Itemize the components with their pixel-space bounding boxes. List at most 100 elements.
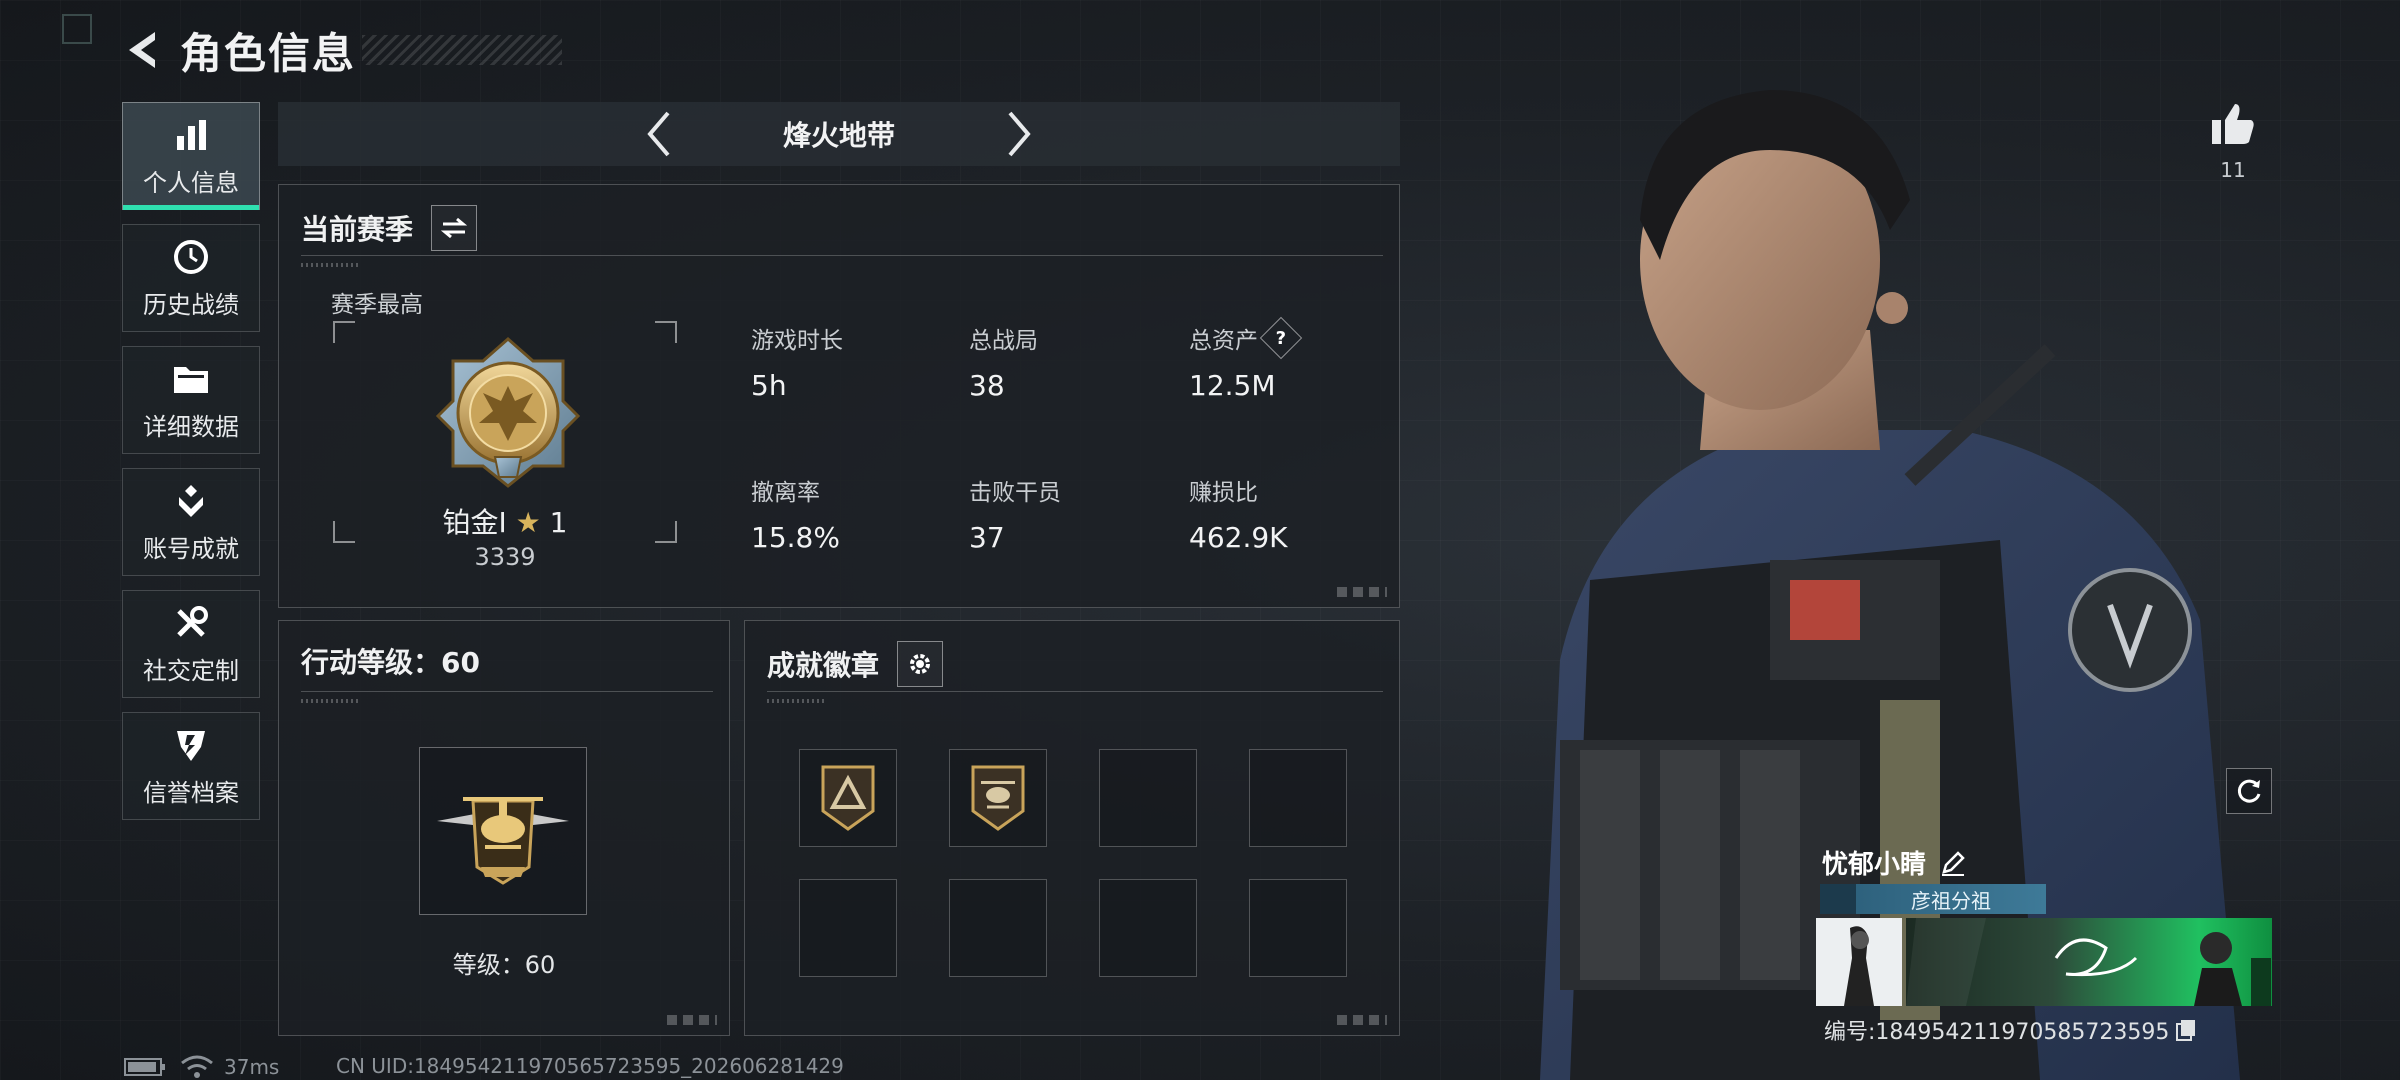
sidebar-item-reputation[interactable]: 信誉档案: [122, 712, 260, 820]
wifi-icon: [181, 1055, 213, 1078]
achievements-title: 成就徽章: [767, 641, 944, 687]
sidebar-item-achievements[interactable]: 账号成就: [122, 468, 260, 576]
rank-tier: 铂金I: [442, 506, 507, 539]
sidebar-item-label: 账号成就: [143, 534, 239, 563]
badge-slot-2[interactable]: [949, 749, 1047, 847]
folder-icon: [171, 359, 211, 399]
sidebar-item-profile[interactable]: 个人信息: [122, 102, 260, 210]
helicopter-wings-icon: [437, 797, 569, 885]
clan-name: 彦祖分祖: [1911, 888, 1991, 913]
stat-extraction-rate: 撤离率 15.8%: [751, 473, 951, 554]
switch-season-button[interactable]: [431, 205, 478, 251]
clan-tag[interactable]: 彦祖分祖: [1820, 884, 2046, 914]
panel-corner-decoration: [1337, 587, 1387, 597]
level-emblem[interactable]: [419, 747, 587, 915]
sidebar-item-label: 历史战绩: [143, 290, 239, 319]
sidebar-item-label: 详细数据: [143, 412, 239, 441]
battery-icon: [124, 1058, 165, 1076]
next-mode-arrow-icon[interactable]: [989, 104, 1049, 164]
stat-value: 15.8%: [751, 521, 840, 554]
history-clock-icon: [171, 237, 211, 277]
achievements-title-text: 成就徽章: [767, 649, 880, 682]
platinum-rank-emblem-icon: [433, 331, 583, 491]
badge-slot-5[interactable]: [799, 879, 897, 977]
status-bar: 37ms: [124, 1054, 279, 1080]
badge-slot-8[interactable]: [1249, 879, 1347, 977]
stat-label: 游戏时长: [751, 328, 843, 354]
season-best-label: 赛季最高: [331, 292, 423, 318]
level-panel: 行动等级：60 等级：60: [278, 620, 730, 1036]
gear-icon: [910, 654, 931, 674]
stat-label: 总资产: [1189, 328, 1258, 354]
season-panel: 当前赛季 赛季最高 铂金I ★ 1 3339 游戏时长 5h 总战局 38 总资…: [278, 184, 1400, 608]
achievements-panel: 成就徽章: [744, 620, 1400, 1036]
badge-slot-1[interactable]: [799, 749, 897, 847]
rank-score: 3339: [474, 543, 536, 571]
sidebar-item-details[interactable]: 详细数据: [122, 346, 260, 454]
copy-icon[interactable]: [2175, 1018, 2197, 1042]
like-button[interactable]: 11: [2200, 100, 2266, 182]
bar-chart-icon: [171, 115, 211, 155]
star-icon: ★: [515, 506, 541, 539]
sidebar-item-label: 信誉档案: [143, 778, 239, 807]
stat-label: 总战局: [969, 328, 1038, 354]
stat-value: 462.9K: [1189, 521, 1288, 554]
uid-text: CN UID:18495421197056572359​5_2026062814…: [336, 1054, 844, 1078]
decoration: [301, 263, 361, 267]
sidebar-item-label: 个人信息: [143, 168, 239, 197]
player-card[interactable]: [1816, 918, 2272, 1006]
help-icon[interactable]: ?: [1259, 316, 1303, 360]
sidebar-item-history[interactable]: 历史战绩: [122, 224, 260, 332]
shield-badge-icon: [171, 725, 211, 765]
divider: [301, 255, 1383, 256]
panel-corner-decoration: [1337, 1015, 1387, 1025]
stat-total-matches: 总战局 38: [969, 321, 1169, 402]
stat-label: 赚损比: [1189, 480, 1258, 506]
stat-profit-ratio: 赚损比 462.9K: [1189, 473, 1389, 554]
helicopter-badge-icon: [971, 765, 1025, 831]
player-avatar: [1816, 918, 1902, 1006]
stat-label: 击败干员: [969, 480, 1061, 506]
mode-selector: 烽火地带: [278, 102, 1400, 166]
corner-decoration: [62, 14, 92, 44]
season-title: 当前赛季: [301, 205, 478, 251]
season-title-text: 当前赛季: [301, 213, 414, 246]
sidebar-item-social[interactable]: 社交定制: [122, 590, 260, 698]
previous-mode-arrow-icon[interactable]: [629, 104, 689, 164]
sidebar: 个人信息 历史战绩 详细数据 账号成就 社交定制 信誉档案: [122, 102, 260, 834]
achievements-settings-button[interactable]: [897, 641, 944, 687]
player-banner: [1906, 918, 2272, 1006]
title-decoration: [362, 35, 563, 65]
mode-name: 烽火地带: [782, 119, 895, 152]
badge-slot-6[interactable]: [949, 879, 1047, 977]
badge-slot-4[interactable]: [1249, 749, 1347, 847]
stat-total-assets: 总资产 ? 12.5M: [1189, 316, 1389, 402]
player-name: 忧郁小睛: [1822, 850, 1927, 880]
decoration: [301, 699, 361, 703]
like-count: 11: [2220, 158, 2246, 182]
stat-value: 37: [969, 521, 1005, 554]
rank-name: 铂金I ★ 1: [333, 501, 677, 541]
level-text: 等级：60: [452, 951, 556, 979]
achievement-icon: [171, 481, 211, 521]
ping-value: 37ms: [224, 1055, 280, 1079]
rank-stars: 1: [549, 506, 568, 539]
back-arrow-icon[interactable]: [120, 27, 162, 73]
badge-slot-7[interactable]: [1099, 879, 1197, 977]
edit-pencil-icon[interactable]: [1940, 850, 1966, 876]
page-title: 角色信息: [180, 28, 357, 78]
divider: [767, 691, 1383, 692]
level-title: 行动等级：60: [301, 646, 480, 679]
stat-label: 撤离率: [751, 480, 820, 506]
player-id: 编号:18495421197058572359​5: [1824, 1020, 2170, 1045]
refresh-button[interactable]: [2226, 768, 2272, 814]
stat-value: 5h: [751, 369, 787, 402]
sidebar-item-label: 社交定制: [143, 656, 239, 685]
badge-slot-3[interactable]: [1099, 749, 1197, 847]
stat-value: 12.5M: [1189, 369, 1276, 402]
page-header: 角色信息: [120, 22, 563, 78]
stat-kills: 击败干员 37: [969, 473, 1169, 554]
divider: [301, 691, 713, 692]
stat-play-time: 游戏时长 5h: [751, 321, 951, 402]
panel-corner-decoration: [667, 1015, 717, 1025]
